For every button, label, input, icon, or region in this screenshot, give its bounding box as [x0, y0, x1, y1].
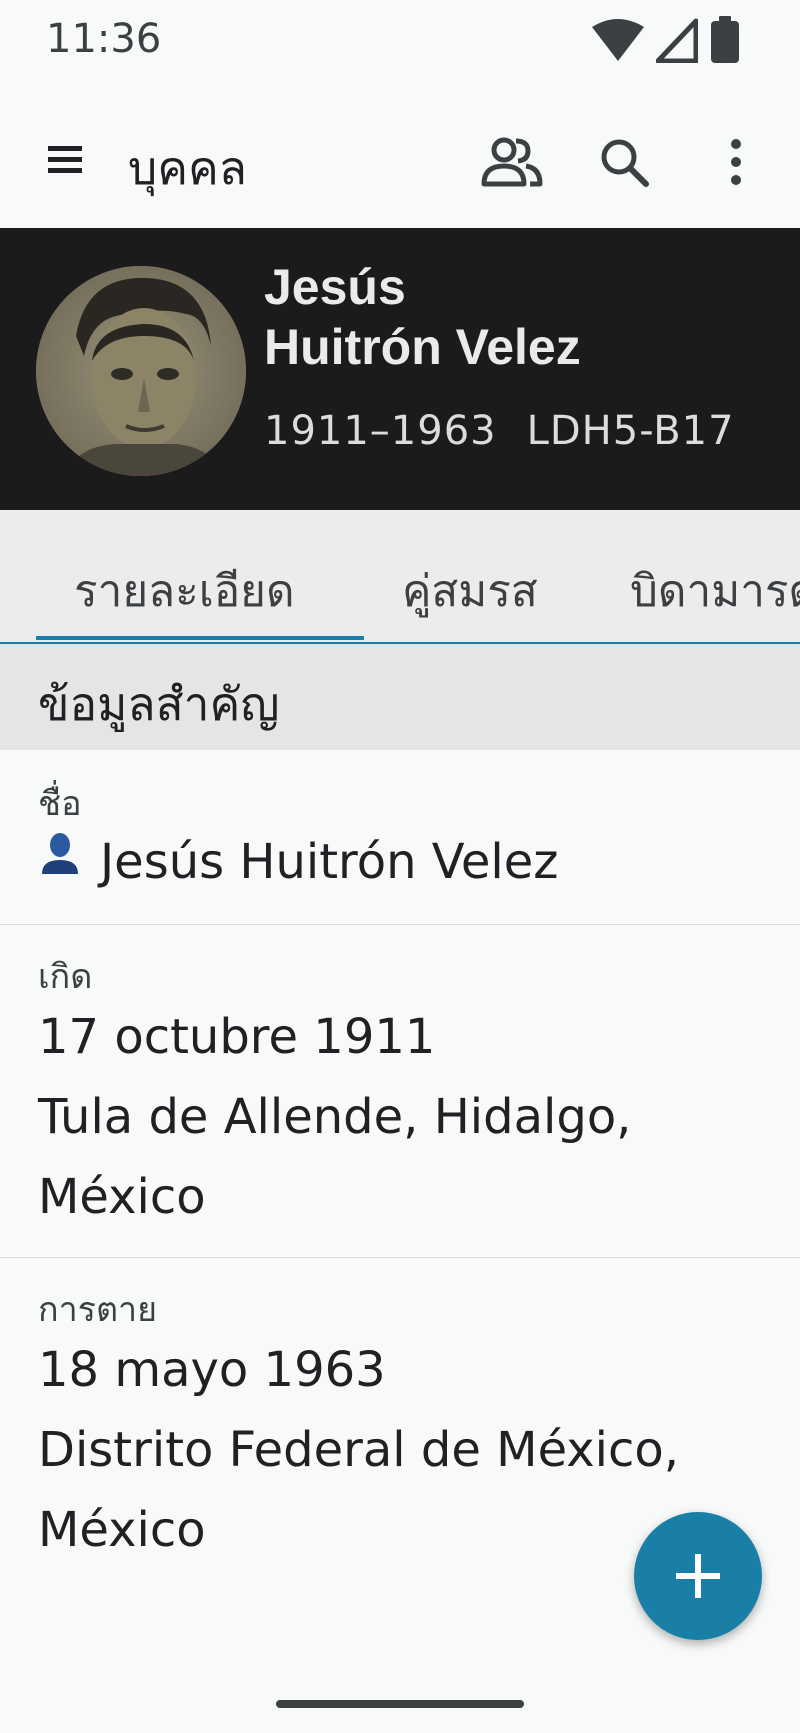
person-surname: Huitrón Velez: [264, 319, 581, 375]
page-title: บุคคล: [128, 141, 247, 195]
person-summary: 1911–1963 LDH5-B17: [264, 408, 735, 454]
people-icon: [481, 137, 543, 187]
tab-spouses[interactable]: คู่สมรส: [402, 556, 538, 626]
battery-icon: [711, 16, 739, 63]
vital-name-row[interactable]: ชื่อ Jesús Huitrón Velez: [0, 752, 800, 925]
birth-label: เกิด: [38, 957, 93, 997]
name-label: ชื่อ: [38, 784, 82, 824]
wifi-icon: [592, 19, 644, 61]
status-time: 11:36: [46, 16, 162, 62]
death-date: 18 mayo 1963: [38, 1342, 386, 1398]
person-header: Jesús Huitrón Velez 1911–1963 LDH5-B17: [0, 228, 800, 510]
more-vertical-icon: [731, 139, 741, 185]
tab-parents[interactable]: บิดามารดา: [630, 556, 800, 626]
status-bar: 11:36: [0, 0, 800, 88]
death-place-line1: Distrito Federal de México,: [38, 1422, 680, 1478]
cellular-signal-icon: [656, 18, 698, 63]
tab-details[interactable]: รายละเอียด: [74, 556, 295, 626]
search-button[interactable]: [588, 126, 660, 198]
birth-date: 17 octubre 1911: [38, 1009, 436, 1065]
hamburger-menu-icon: [48, 146, 82, 173]
tab-indicator: [36, 636, 364, 640]
plus-icon: [676, 1554, 720, 1598]
person-first-name: Jesús: [264, 259, 406, 315]
tab-bar: รายละเอียด คู่สมรส บิดามารดา: [0, 510, 800, 644]
person-lifespan: 1911–1963: [264, 408, 497, 454]
section-title: ข้อมูลสำคัญ: [38, 677, 280, 731]
status-icons: [592, 16, 740, 64]
person-portrait[interactable]: [36, 266, 246, 476]
name-value: Jesús Huitrón Velez: [100, 834, 559, 890]
person-icon: [42, 833, 78, 874]
family-tree-button[interactable]: [476, 126, 548, 198]
birth-place-line2: México: [38, 1169, 206, 1225]
more-options-button[interactable]: [700, 126, 772, 198]
person-id: LDH5-B17: [526, 408, 735, 454]
death-label: การตาย: [38, 1290, 158, 1330]
menu-button[interactable]: [40, 134, 92, 186]
death-place-line2: México: [38, 1502, 206, 1558]
search-icon: [601, 139, 649, 187]
add-button[interactable]: [634, 1512, 762, 1640]
section-header: ข้อมูลสำคัญ: [0, 644, 800, 750]
home-indicator[interactable]: [276, 1700, 524, 1708]
portrait-image: [36, 266, 246, 476]
birth-place-line1: Tula de Allende, Hidalgo,: [38, 1089, 632, 1145]
vital-birth-row[interactable]: เกิด 17 octubre 1911 Tula de Allende, Hi…: [0, 925, 800, 1258]
app-bar: บุคคล: [0, 100, 800, 228]
